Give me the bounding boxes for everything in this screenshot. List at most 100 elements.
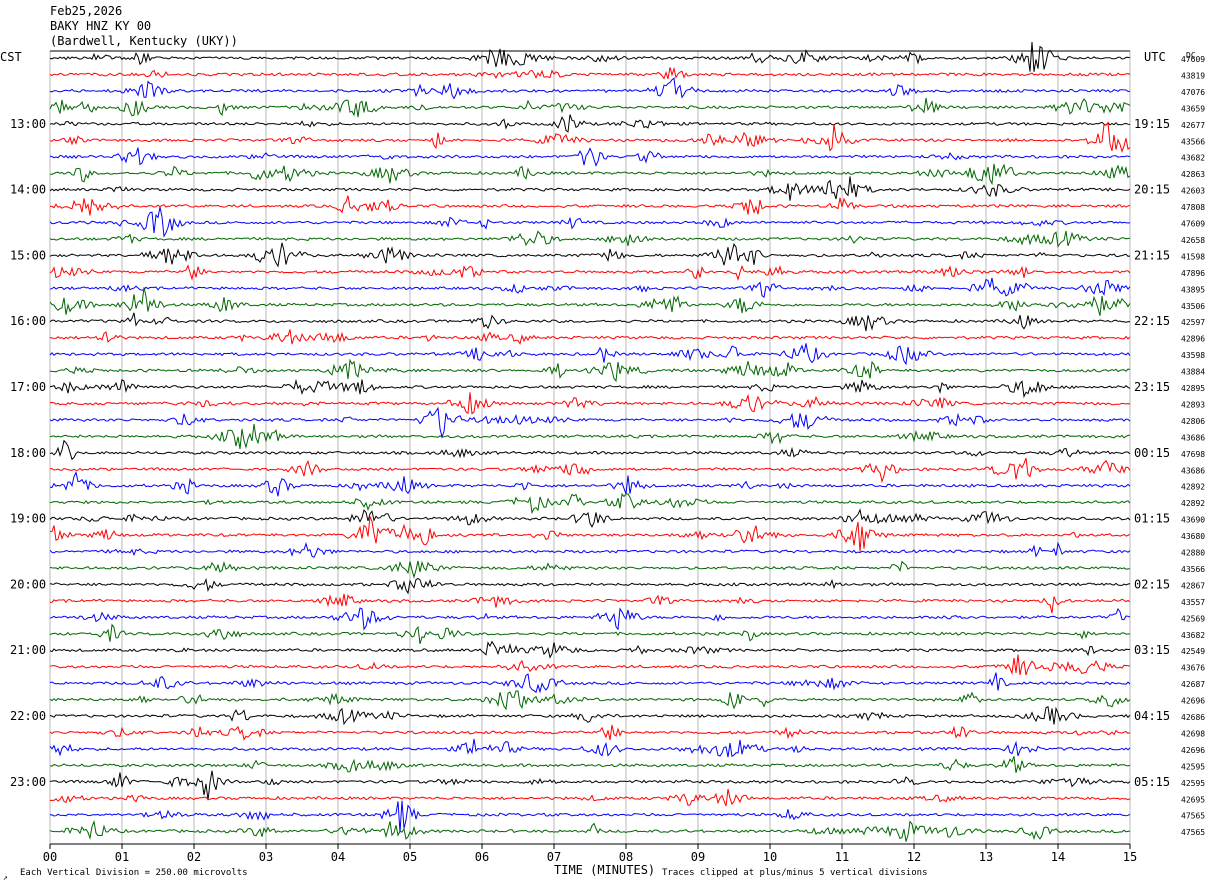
trace-line [49, 724, 1131, 741]
x-tick-label: 10 [763, 850, 777, 864]
trace-line [49, 654, 1131, 676]
trace-line [50, 457, 1131, 484]
trace-line [49, 623, 1131, 645]
trace-line [49, 121, 1131, 153]
left-hour-label: 22:00 [10, 709, 46, 723]
dc-offset-label: 43676 [1181, 664, 1205, 673]
dc-offset-label: 42687 [1181, 680, 1205, 689]
x-tick-label: 07 [547, 850, 561, 864]
station-location: (Bardwell, Kentucky (UKY)) [50, 34, 238, 48]
x-tick-label: 01 [115, 850, 129, 864]
dc-offset-label: 43690 [1181, 516, 1205, 525]
x-tick-label: 00 [43, 850, 57, 864]
trace-line [49, 406, 1131, 439]
dc-offset-label: 42893 [1181, 400, 1205, 409]
x-tick-label: 04 [331, 850, 345, 864]
dc-offset-label: 47076 [1181, 88, 1205, 97]
dc-offset-label: 42569 [1181, 614, 1205, 623]
trace-line [49, 493, 1131, 515]
dc-offset-label: 42698 [1181, 729, 1205, 738]
trace-line [49, 705, 1131, 726]
dc-header-label: DC [1186, 51, 1196, 60]
right-hour-label: 03:15 [1134, 643, 1170, 657]
left-hour-label: 15:00 [10, 248, 46, 262]
right-hour-label: 20:15 [1134, 183, 1170, 197]
x-tick-label: 15 [1123, 850, 1137, 864]
trace-line [49, 195, 1131, 216]
right-time-labels: 19:15 20:15 21:15 22:15 23:15 00:15 01:15 02:15… [1134, 117, 1170, 789]
dc-offset-label: 42895 [1181, 384, 1205, 393]
dc-offset-label: 43659 [1181, 104, 1205, 113]
trace-line [49, 114, 1131, 133]
right-hour-label: 23:15 [1134, 380, 1170, 394]
dc-offset-label: 43506 [1181, 302, 1205, 311]
dc-offset-labels: 47609 43819 47076 43659 42677 43566 43682 42863… [1181, 55, 1205, 837]
dc-offset-label: 43680 [1181, 532, 1205, 541]
trace-line [49, 66, 1131, 80]
dc-offset-label: 42658 [1181, 236, 1205, 245]
helicorder-chart: 00 01 02 03 04 05 06 07 08 09 10 11 12 13 14 15 13:00 14… [0, 4, 1205, 882]
x-tick-label: 09 [691, 850, 705, 864]
dc-offset-label: 42549 [1181, 647, 1205, 656]
dc-offset-label: 47609 [1181, 220, 1205, 229]
dc-offset-label: 43566 [1181, 137, 1205, 146]
left-hour-label: 19:00 [10, 512, 46, 526]
dc-offset-label: 47808 [1181, 203, 1205, 212]
left-hour-label: 17:00 [10, 380, 46, 394]
dc-offset-label: 42696 [1181, 697, 1205, 706]
dc-offset-label: 42597 [1181, 318, 1205, 327]
left-hour-label: 21:00 [10, 643, 46, 657]
trace-line [49, 277, 1131, 298]
dc-offset-label: 43686 [1181, 433, 1205, 442]
x-tick-label: 11 [835, 850, 849, 864]
trace-line [49, 471, 1131, 497]
trace-line [49, 577, 1131, 595]
left-hour-label: 20:00 [10, 577, 46, 591]
clip-note: Traces clipped at plus/minus 5 vertical … [662, 868, 928, 878]
trace-line [49, 819, 1131, 842]
x-tick-label: 08 [619, 850, 633, 864]
x-tick-label: 03 [259, 850, 273, 864]
dc-offset-label: 47698 [1181, 450, 1205, 459]
seismic-traces [49, 41, 1131, 842]
trace-line [49, 97, 1131, 118]
dc-offset-label: 47896 [1181, 269, 1205, 278]
dc-offset-label: 42867 [1181, 581, 1205, 590]
trace-line [49, 329, 1131, 345]
dc-offset-label: 47565 [1181, 828, 1205, 837]
dc-offset-label: 42696 [1181, 746, 1205, 755]
right-hour-label: 04:15 [1134, 709, 1170, 723]
dc-offset-label: 43566 [1181, 565, 1205, 574]
scale-note: Each Vertical Division = 250.00 microvol… [20, 868, 248, 878]
trace-line [49, 242, 1131, 268]
dc-offset-label: 43819 [1181, 71, 1205, 80]
trace-line [49, 560, 1131, 579]
scale-marker-icon: ↗ [3, 873, 8, 882]
trace-line [49, 800, 1131, 833]
trace-line [49, 392, 1131, 415]
plot-grid [49, 51, 1131, 844]
right-hour-label: 01:15 [1134, 512, 1170, 526]
trace-line [49, 343, 1131, 366]
right-hour-label: 02:15 [1134, 577, 1170, 591]
dc-offset-label: 47565 [1181, 812, 1205, 821]
trace-line [49, 690, 1131, 711]
trace-line [49, 439, 1131, 461]
dc-offset-label: 43895 [1181, 285, 1205, 294]
trace-line [49, 77, 1130, 100]
trace-line [49, 147, 1131, 167]
trace-line [49, 640, 1131, 659]
trace-line [49, 287, 1131, 316]
x-tick-label: 13 [979, 850, 993, 864]
x-tick-label: 14 [1051, 850, 1065, 864]
dc-offset-label: 42686 [1181, 713, 1205, 722]
right-hour-label: 21:15 [1134, 248, 1170, 262]
dc-offset-label: 43682 [1181, 631, 1205, 640]
trace-line [49, 508, 1131, 528]
dc-offset-label: 42603 [1181, 187, 1205, 196]
trace-line [49, 756, 1131, 773]
x-tick-label: 02 [187, 850, 201, 864]
dc-offset-label: 42806 [1181, 417, 1205, 426]
dc-offset-label: 43557 [1181, 598, 1205, 607]
trace-line [49, 230, 1131, 248]
